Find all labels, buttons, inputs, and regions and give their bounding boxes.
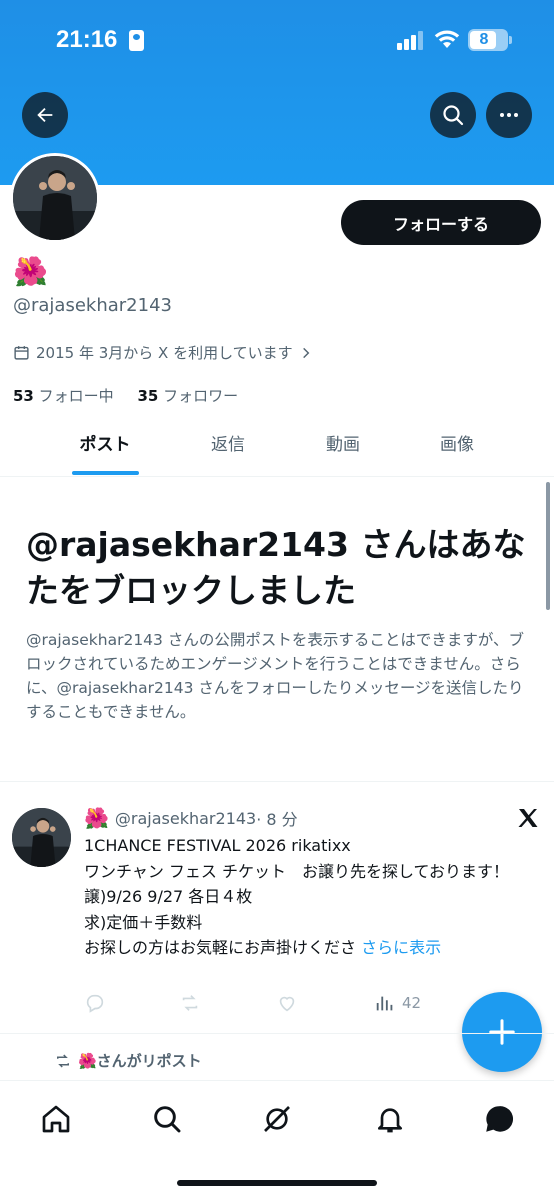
heart-icon (279, 996, 295, 1012)
post-author-handle[interactable]: @rajasekhar2143 (115, 809, 256, 828)
following-link[interactable]: 53 フォロー中 (13, 387, 114, 405)
follow-button[interactable]: フォローする (341, 200, 541, 245)
compose-post-button[interactable] (462, 992, 542, 1072)
active-tab-indicator (72, 471, 139, 475)
battery-icon: 8 (468, 29, 512, 51)
messages-bubble-icon (486, 1106, 514, 1132)
x-logo-icon (518, 809, 538, 827)
views-chart-icon (376, 996, 393, 1011)
followers-link[interactable]: 35 フォロワー (138, 387, 239, 405)
home-icon (42, 1105, 70, 1133)
search-icon (154, 1106, 181, 1133)
grok-icon (264, 1106, 290, 1132)
joined-date[interactable]: 2015 年 3月から X を利用しています (13, 342, 313, 363)
post-actions: 42 (84, 990, 484, 1018)
arrow-left-icon (37, 107, 53, 123)
tab-posts[interactable]: ポスト (55, 420, 155, 477)
post-header: 🌺 @rajasekhar2143 · 8 分 (84, 806, 298, 830)
repost-indicator: 🌺さんがリポスト (54, 1050, 202, 1071)
blocked-title: @rajasekhar2143 さんはあなたをブロックしました (26, 525, 526, 610)
wifi-icon (434, 30, 460, 48)
scrollbar[interactable] (546, 482, 550, 610)
followers-label: フォロワー (158, 387, 239, 405)
post-divider (0, 1033, 554, 1034)
more-button[interactable] (486, 92, 532, 138)
focus-id-icon (129, 30, 144, 51)
repost-button[interactable] (179, 990, 201, 1016)
section-divider (0, 781, 554, 782)
post-time: · 8 分 (256, 810, 298, 829)
avatar-photo (12, 808, 71, 867)
post-author-name[interactable]: 🌺 (84, 806, 109, 830)
reply-button[interactable] (84, 990, 106, 1016)
repost-label[interactable]: 🌺さんがリポスト (78, 1050, 202, 1071)
views-count: 42 (402, 994, 422, 1012)
nav-notifications[interactable] (370, 1099, 410, 1139)
nav-messages[interactable] (479, 1099, 519, 1139)
avatar-photo (13, 156, 97, 240)
show-more-link[interactable]: さらに表示 (361, 938, 441, 957)
views-button[interactable]: 42 (374, 990, 421, 1016)
tab-images[interactable]: 画像 (407, 420, 507, 477)
bell-icon (378, 1108, 402, 1133)
following-label: フォロー中 (33, 387, 114, 405)
chevron-right-icon (302, 347, 309, 358)
nav-home[interactable] (36, 1099, 76, 1139)
like-button[interactable] (276, 990, 298, 1016)
repost-icon (182, 995, 198, 1011)
calendar-icon (14, 346, 29, 360)
more-dots-icon (500, 113, 518, 117)
blocked-description: @rajasekhar2143 さんの公開ポストを表示することはできますが、ブロ… (26, 631, 525, 721)
status-bar: 21:16 8 (0, 0, 554, 80)
followers-count: 35 (137, 387, 159, 405)
post-body[interactable]: 1CHANCE FESTIVAL 2026 rikatixx ワンチャン フェス… (84, 833, 544, 961)
search-button[interactable] (430, 92, 476, 138)
joined-text: 2015 年 3月から X を利用しています (36, 344, 293, 362)
profile-tabs: ポスト 返信 動画 画像 (0, 420, 554, 477)
cellular-signal-icon (397, 30, 425, 50)
tab-videos[interactable]: 動画 (293, 420, 393, 477)
reply-icon (86, 994, 104, 1013)
repost-icon (57, 1053, 69, 1068)
battery-level: 8 (479, 31, 489, 48)
status-time: 21:16 (56, 26, 118, 53)
nav-search[interactable] (147, 1099, 187, 1139)
search-icon (443, 105, 464, 126)
post-text: 1CHANCE FESTIVAL 2026 rikatixx ワンチャン フェス… (84, 836, 510, 957)
profile-avatar[interactable] (10, 153, 100, 243)
follow-stats: 53 フォロー中 35 フォロワー (13, 385, 238, 406)
tab-replies[interactable]: 返信 (178, 420, 278, 477)
profile-handle: @rajasekhar2143 (13, 295, 172, 316)
back-button[interactable] (22, 92, 68, 138)
profile-display-name: 🌺 (13, 255, 48, 288)
home-indicator (177, 1180, 377, 1186)
post-avatar[interactable] (12, 808, 71, 867)
nav-grok[interactable] (257, 1099, 297, 1139)
plus-icon (489, 1019, 515, 1045)
following-count: 53 (13, 387, 34, 405)
